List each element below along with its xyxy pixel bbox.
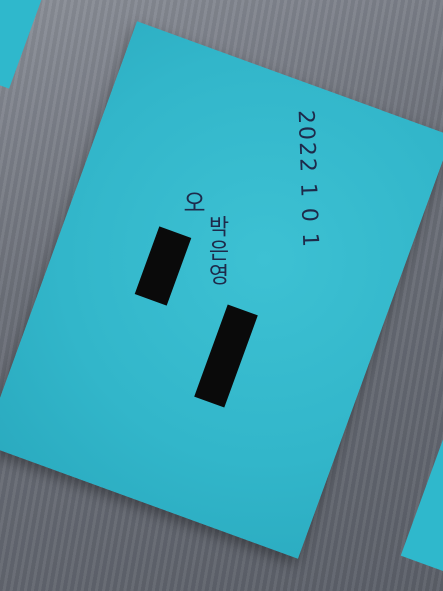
adjacent-card-left [0,0,47,89]
photo-scene: 2022 1 0 1 박은영 오 [0,0,443,591]
adjacent-card-right [400,395,443,577]
sticky-note [0,21,443,559]
handwritten-mark: 오 [178,190,206,216]
handwritten-name: 박은영 [204,215,229,287]
handwritten-date: 2022 1 0 1 [292,109,323,250]
